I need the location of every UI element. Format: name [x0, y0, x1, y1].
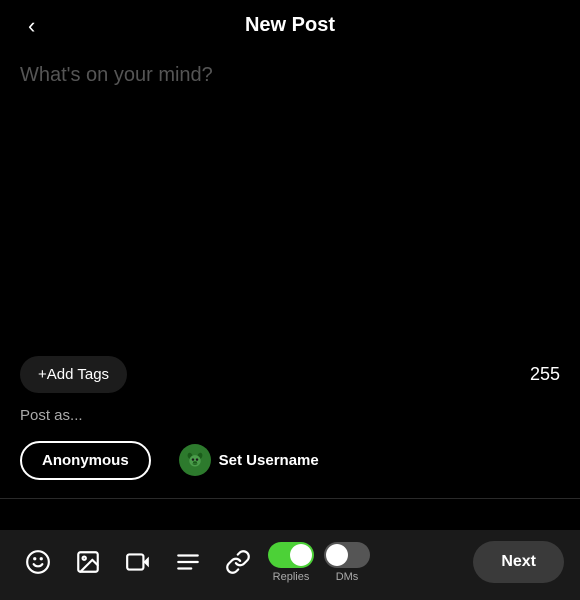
emoji-icon[interactable] [16, 540, 60, 584]
post-area [0, 51, 580, 346]
add-tags-button[interactable]: +Add Tags [20, 356, 127, 393]
post-as-options: Anonymous Set Username [20, 436, 560, 484]
dms-toggle[interactable] [324, 542, 370, 568]
char-count: 255 [530, 364, 560, 385]
dms-label: DMs [336, 571, 359, 583]
replies-toggle[interactable] [268, 542, 314, 568]
anonymous-button[interactable]: Anonymous [20, 441, 151, 480]
post-input[interactable] [20, 61, 560, 321]
dms-toggle-knob [326, 544, 348, 566]
back-button[interactable]: ‹ [20, 11, 43, 41]
text-align-icon[interactable] [166, 540, 210, 584]
dms-toggle-group: DMs [324, 542, 370, 583]
header: ‹ New Post [0, 0, 580, 51]
replies-label: Replies [273, 571, 310, 583]
next-button[interactable]: Next [473, 541, 564, 583]
replies-toggle-group: Replies [268, 542, 314, 583]
tags-row: +Add Tags 255 [0, 356, 580, 393]
video-icon[interactable] [116, 540, 160, 584]
replies-toggle-knob [290, 544, 312, 566]
page-title: New Post [245, 14, 335, 37]
bottom-toolbar: Replies DMs Next [0, 530, 580, 600]
avatar [179, 444, 211, 476]
set-username-button[interactable]: Set Username [163, 436, 335, 484]
post-as-label: Post as... [20, 407, 560, 424]
username-label: Set Username [219, 452, 319, 469]
link-icon[interactable] [216, 540, 260, 584]
image-icon[interactable] [66, 540, 110, 584]
divider [0, 498, 580, 499]
post-as-section: Post as... Anonymous Set Username [0, 393, 580, 494]
